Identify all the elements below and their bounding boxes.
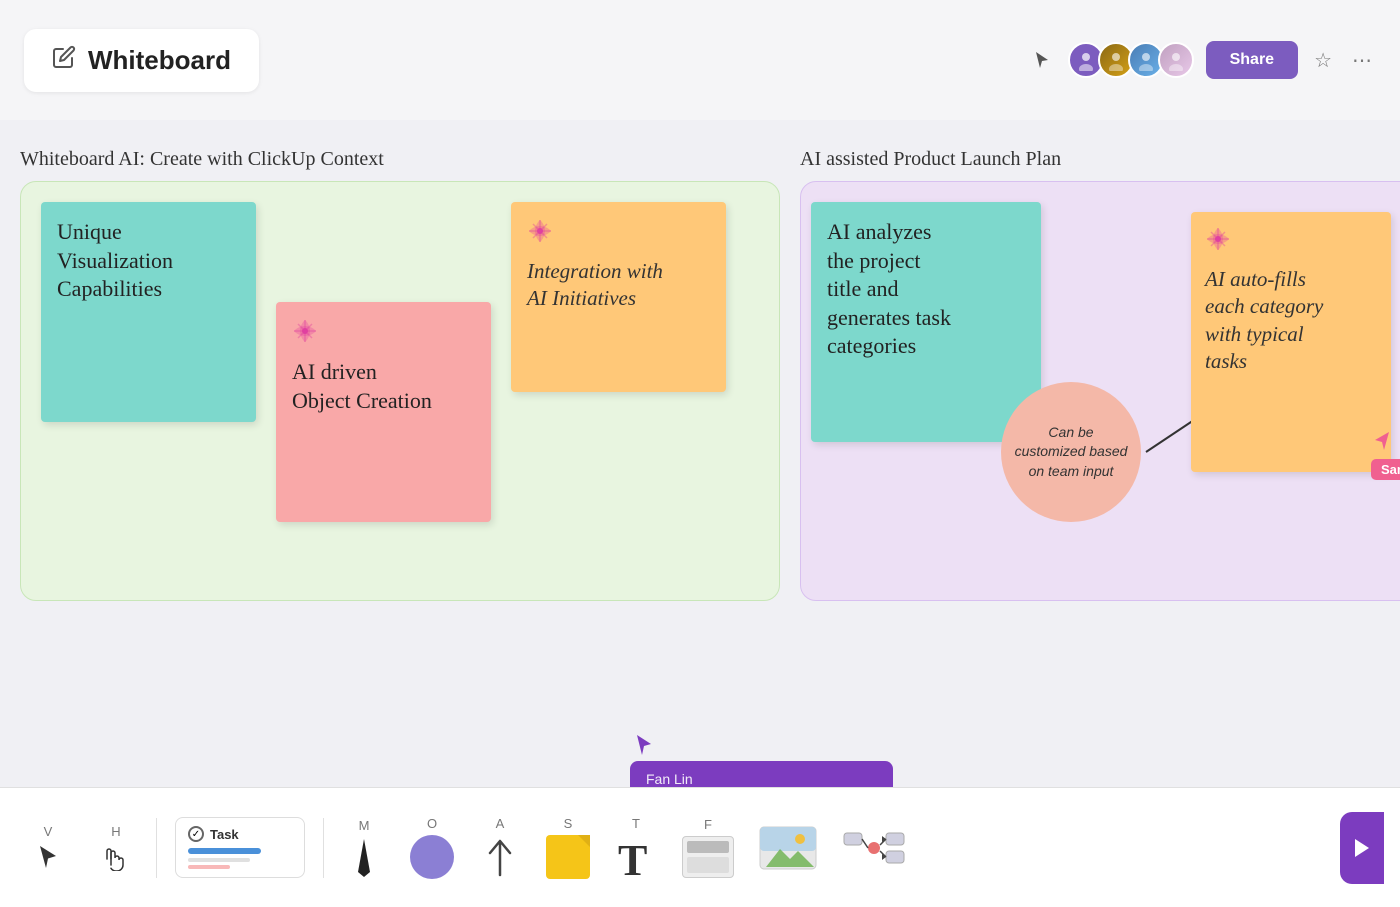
toolbar-arrow-tool[interactable]: A	[468, 808, 532, 887]
task-check-icon: ✓	[188, 826, 204, 842]
sticky-note-icon	[546, 835, 590, 879]
toolbar-purple-tab[interactable]	[1340, 812, 1384, 884]
sticky-note-orange[interactable]: Integration withAI Initiatives	[511, 202, 726, 392]
toolbar-task-tool[interactable]: ✓ Task	[165, 809, 315, 886]
toolbar-image-tool[interactable]	[748, 817, 828, 879]
hand-icon	[102, 843, 130, 871]
user-cursor-sam: Sam	[1371, 430, 1400, 480]
task-progress-bar	[188, 848, 261, 854]
toolbar-label-m: M	[359, 818, 370, 833]
title-box: Whiteboard	[24, 29, 259, 92]
arrow-up-icon	[482, 835, 518, 879]
avatar-group	[1068, 42, 1194, 78]
edit-icon	[52, 45, 76, 75]
connector-icon	[842, 825, 906, 871]
share-button[interactable]: Share	[1206, 41, 1298, 79]
toolbar-label-v: V	[44, 824, 53, 839]
toolbar-frame-tool[interactable]: F	[672, 809, 744, 886]
toolbar-label-f: F	[704, 817, 712, 832]
sticky-note-text: UniqueVisualizationCapabilities	[57, 219, 173, 301]
ai-icon	[1205, 226, 1377, 258]
page-title: Whiteboard	[88, 45, 231, 76]
toolbar-text-tool[interactable]: T T	[604, 808, 668, 887]
right-whiteboard-group: AI assisted Product Launch Plan AI analy…	[800, 148, 1400, 601]
tooltip-user-name: Fan Lin	[646, 771, 877, 787]
sticky-note-orange-right[interactable]: AI auto-fillseach categorywith typicalta…	[1191, 212, 1391, 472]
toolbar-divider	[156, 818, 157, 878]
toolbar-label-a: A	[496, 816, 505, 831]
sam-label: Sam	[1371, 459, 1400, 480]
avatar	[1158, 42, 1194, 78]
left-whiteboard-group: Whiteboard AI: Create with ClickUp Conte…	[20, 148, 780, 601]
pen-icon	[348, 837, 380, 877]
toolbar-sticky-tool[interactable]: S	[536, 808, 600, 887]
circle-icon	[410, 835, 454, 879]
sticky-note-text: AI auto-fillseach categorywith typicalta…	[1205, 267, 1323, 373]
toolbar-select-tool[interactable]: V	[16, 816, 80, 879]
toolbar-shape-tool[interactable]: O	[400, 808, 464, 887]
task-line	[188, 865, 230, 869]
right-section-label: AI assisted Product Launch Plan	[800, 148, 1400, 171]
bubble-note[interactable]: Can be customized based on team input	[1001, 382, 1141, 522]
left-board: UniqueVisualizationCapabilities AI drive…	[20, 181, 780, 601]
toolbar-hand-tool[interactable]: H	[84, 816, 148, 879]
task-card-preview: ✓ Task	[175, 817, 305, 878]
frame-icon	[682, 836, 734, 878]
star-button[interactable]: ☆	[1310, 44, 1336, 77]
toolbar-label-o: O	[427, 816, 437, 831]
header: Whiteboard	[0, 0, 1400, 120]
right-board: AI analyzesthe projecttitle andgenerates…	[800, 181, 1400, 601]
cursor-mode-icon[interactable]	[1028, 46, 1056, 74]
sticky-note-teal[interactable]: UniqueVisualizationCapabilities	[41, 202, 256, 422]
toolbar-label-h: H	[111, 824, 120, 839]
toolbar-divider	[323, 818, 324, 878]
sticky-note-text: Integration withAI Initiatives	[527, 259, 663, 310]
sticky-note-text: AI drivenObject Creation	[292, 359, 432, 413]
ai-icon	[527, 218, 710, 250]
toolbar-label-s: S	[564, 816, 573, 831]
more-options-button[interactable]: ⋯	[1348, 44, 1376, 77]
select-cursor-icon	[34, 843, 62, 871]
ai-icon	[292, 318, 475, 350]
sticky-note-text: AI analyzesthe projecttitle andgenerates…	[827, 219, 951, 358]
toolbar-tab-icon	[1351, 837, 1373, 859]
toolbar: V H ✓ Task M	[0, 787, 1400, 907]
text-icon: T	[616, 835, 656, 879]
svg-text:T: T	[618, 836, 647, 879]
left-section-label: Whiteboard AI: Create with ClickUp Conte…	[20, 148, 780, 171]
sticky-note-teal-right[interactable]: AI analyzesthe projecttitle andgenerates…	[811, 202, 1041, 442]
bubble-text: Can be customized based on team input	[1013, 423, 1129, 482]
toolbar-connector-tool[interactable]	[832, 817, 916, 879]
header-right: Share ☆ ⋯	[1028, 41, 1376, 79]
task-label: Task	[210, 827, 239, 842]
image-icon	[758, 825, 818, 871]
sticky-note-pink[interactable]: AI drivenObject Creation	[276, 302, 491, 522]
toolbar-label-t: T	[632, 816, 640, 831]
task-line	[188, 858, 250, 862]
toolbar-pen-tool[interactable]: M	[332, 810, 396, 885]
